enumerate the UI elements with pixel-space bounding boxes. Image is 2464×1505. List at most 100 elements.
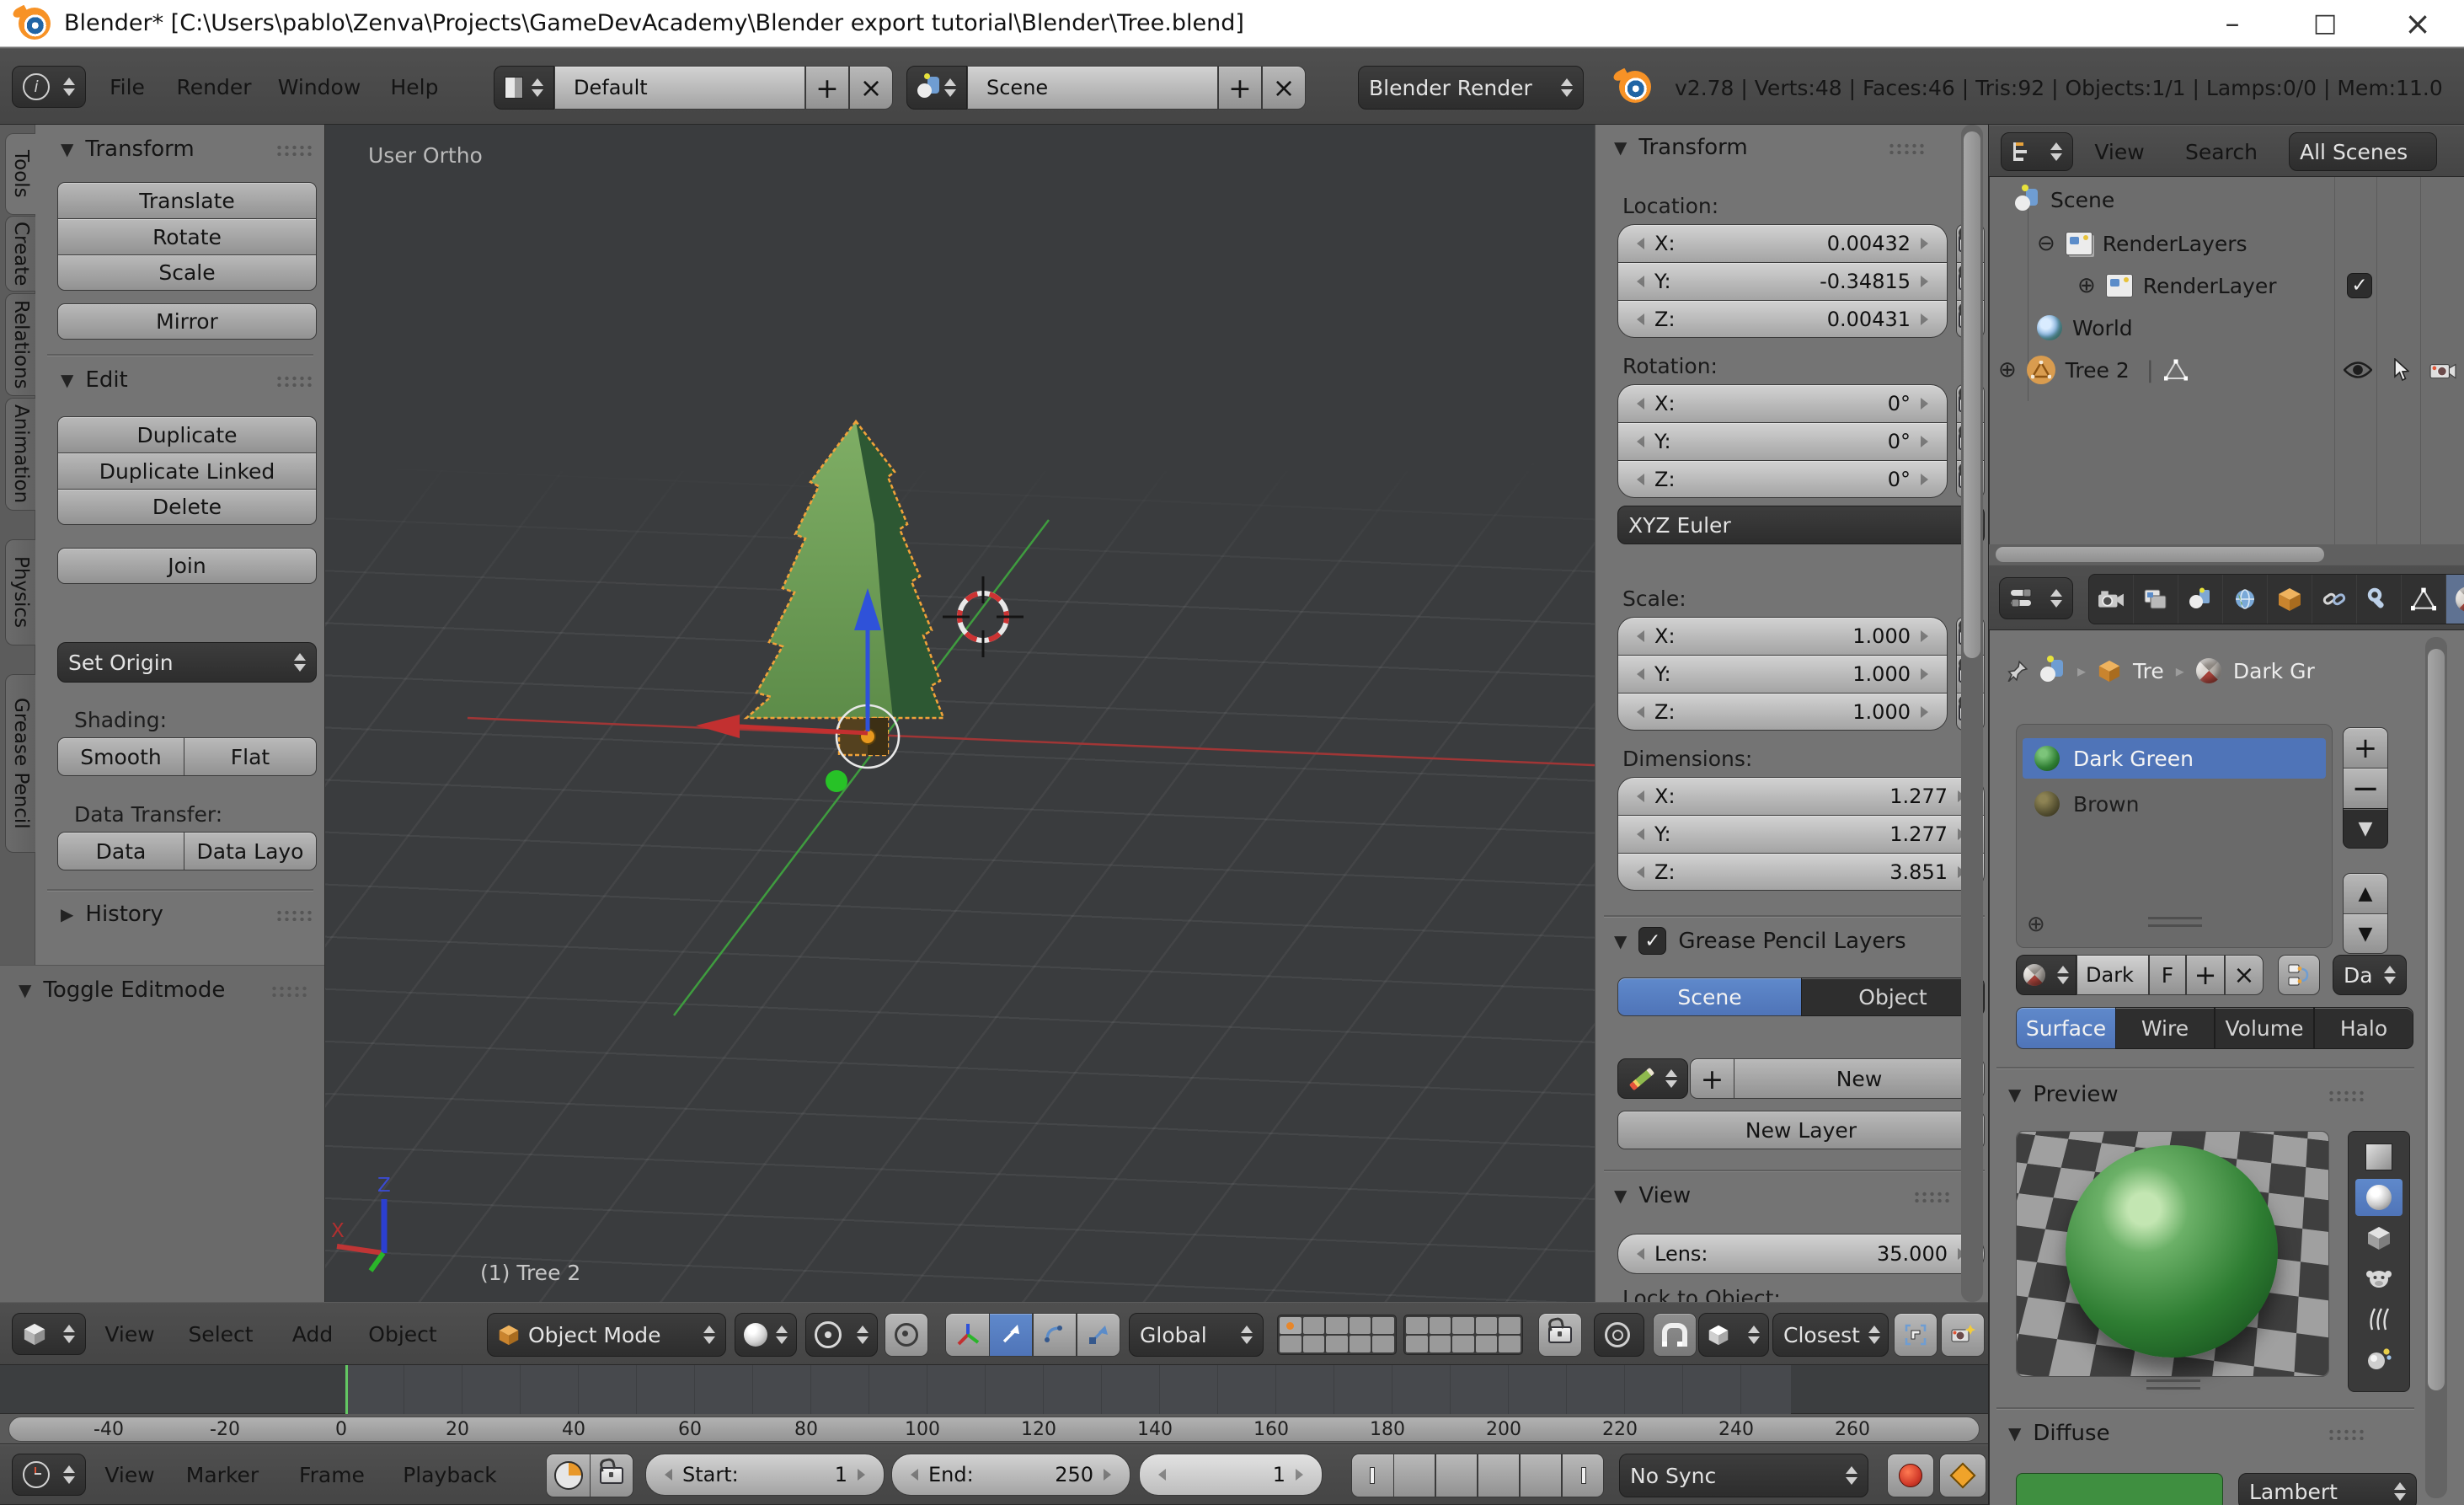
panel-drag-handle[interactable]	[275, 374, 313, 387]
panel-drag-handle[interactable]	[270, 984, 308, 997]
type-volume-button[interactable]: Volume	[2215, 1007, 2314, 1049]
frame-end-field[interactable]: End:250	[891, 1454, 1130, 1496]
panel-header-grease-pencil-layers[interactable]: ▼ Grease Pencil Layers	[1614, 927, 1976, 955]
render-engine-dropdown[interactable]: Blender Render	[1358, 66, 1584, 110]
keying-set-button[interactable]	[1939, 1454, 1986, 1497]
maximize-button[interactable]: □	[2279, 0, 2371, 46]
minimize-button[interactable]: –	[2186, 0, 2279, 46]
location-y-field[interactable]: Y:-0.34815	[1617, 262, 1948, 300]
mirror-button[interactable]: Mirror	[57, 303, 317, 340]
outliner-hscrollbar-thumb[interactable]	[1996, 547, 2324, 562]
current-frame-playhead[interactable]	[345, 1365, 348, 1414]
duplicate-button[interactable]: Duplicate	[57, 416, 317, 453]
type-halo-button[interactable]: Halo	[2314, 1007, 2413, 1049]
collapse-icon[interactable]: ⊖	[2037, 231, 2055, 256]
area-divider[interactable]	[1988, 125, 1989, 1505]
object-icon[interactable]	[2098, 659, 2121, 683]
show-nodes-button[interactable]	[2278, 955, 2320, 995]
tab-modifiers-icon[interactable]	[2357, 575, 2402, 624]
data-link-dropdown[interactable]: Da	[2333, 955, 2407, 995]
tree-object[interactable]	[746, 421, 943, 755]
join-button[interactable]: Join	[57, 548, 317, 584]
outliner-hscrollbar[interactable]	[1989, 544, 2464, 565]
panel-drag-handle[interactable]	[275, 908, 313, 921]
timeline-ruler-scrollbar[interactable]: -40 -20 0 20 40 60 80 100 120 140 160 18…	[0, 1414, 1989, 1444]
set-origin-dropdown[interactable]: Set Origin	[57, 642, 317, 683]
outliner-row-tree2[interactable]: ⊕ Tree 2 |	[1990, 351, 2464, 389]
transform-orientation-dropdown[interactable]: Global	[1129, 1313, 1264, 1357]
scene-name-field[interactable]: Scene	[967, 66, 1218, 110]
tab-scene-icon[interactable]	[2178, 575, 2223, 624]
lock-time-button[interactable]	[590, 1454, 633, 1497]
location-z-field[interactable]: Z:0.00431	[1617, 300, 1948, 338]
tab-relations[interactable]: Relations	[5, 293, 36, 396]
play-reverse-button[interactable]	[1435, 1454, 1478, 1497]
layers-widget-group2[interactable]	[1403, 1315, 1523, 1355]
panel-header-history[interactable]: ▶ History	[61, 902, 313, 927]
timeline-menu-view[interactable]: View	[99, 1454, 160, 1496]
breadcrumb-object-name[interactable]: Tre	[2133, 659, 2164, 683]
proportional-edit-dropdown[interactable]	[1594, 1313, 1644, 1357]
move-slot-down-button[interactable]: ▼	[2343, 913, 2388, 954]
dimension-x-field[interactable]: X:1.277	[1617, 777, 1985, 815]
x-manipulator-head-icon[interactable]	[696, 715, 740, 738]
list-resize-grip[interactable]	[2148, 917, 2202, 927]
location-x-field[interactable]: X:0.00432	[1617, 224, 1948, 262]
delete-scene-button[interactable]: ×	[1262, 66, 1306, 110]
preview-resize-grip[interactable]	[2146, 1379, 2200, 1390]
timeline-menu-playback[interactable]: Playback	[398, 1454, 502, 1496]
preview-flat-button[interactable]	[2355, 1138, 2403, 1176]
menu-render[interactable]: Render	[172, 66, 256, 108]
panel-header-transform-n[interactable]: ▼ Transform	[1614, 135, 1951, 160]
filter-expand-icon[interactable]: ⊕	[2027, 912, 2045, 937]
outliner-row-renderlayer[interactable]: ⊕ RenderLayer	[1990, 266, 2464, 305]
view3d-menu-view[interactable]: View	[99, 1313, 160, 1355]
screen-layout-icon-dropdown[interactable]	[494, 66, 554, 110]
screen-layout-name-field[interactable]: Default	[554, 66, 805, 110]
panel-header-toggle-editmode[interactable]: ▼ Toggle Editmode	[19, 977, 308, 1003]
preview-monkey-button[interactable]	[2355, 1260, 2403, 1297]
editor-type-3dview-dropdown[interactable]	[12, 1313, 86, 1355]
manipulator-translate-button[interactable]	[989, 1313, 1033, 1357]
tab-render-icon[interactable]	[2089, 575, 2134, 624]
gp-source-scene-button[interactable]: Scene	[1617, 977, 1801, 1016]
scene-icon-dropdown[interactable]	[906, 66, 967, 110]
scale-x-field[interactable]: X:1.000	[1617, 617, 1948, 655]
manipulator-axis-button[interactable]	[945, 1313, 989, 1357]
outliner-scope-dropdown[interactable]: All Scenes	[2289, 132, 2437, 171]
manipulator-rotate-button[interactable]	[1033, 1313, 1077, 1357]
panel-header-transform[interactable]: ▼ Transform	[61, 137, 313, 162]
tab-object-icon[interactable]	[2268, 575, 2312, 624]
panel-drag-handle[interactable]	[275, 143, 313, 156]
jump-to-start-button[interactable]	[1351, 1454, 1393, 1497]
jump-to-next-keyframe-button[interactable]	[1520, 1454, 1562, 1497]
tab-grease-pencil[interactable]: Grease Pencil	[5, 674, 36, 853]
panel-drag-handle[interactable]	[1887, 142, 1926, 154]
delete-button[interactable]: Delete	[57, 489, 317, 525]
material-specials-dropdown[interactable]: ▼	[2343, 808, 2388, 849]
add-scene-button[interactable]: +	[1218, 66, 1262, 110]
panel-drag-handle[interactable]	[1912, 1190, 1951, 1202]
type-surface-button[interactable]: Surface	[2016, 1007, 2115, 1049]
properties-scrollbar[interactable]	[2425, 637, 2447, 1498]
unlink-material-button[interactable]: ×	[2225, 955, 2264, 995]
panel-header-edit[interactable]: ▼ Edit	[61, 367, 313, 393]
delete-screen-layout-button[interactable]: ×	[849, 66, 893, 110]
tab-create[interactable]: Create	[5, 216, 36, 292]
tab-animation[interactable]: Animation	[5, 398, 36, 511]
menu-file[interactable]: File	[99, 66, 155, 108]
gp-add-icon-button[interactable]: +	[1690, 1058, 1734, 1099]
rotation-mode-dropdown[interactable]: XYZ Euler	[1617, 506, 1985, 544]
renderability-camera-icon[interactable]	[2429, 360, 2456, 380]
dimension-y-field[interactable]: Y:1.277	[1617, 815, 1985, 853]
duplicate-linked-button[interactable]: Duplicate Linked	[57, 453, 317, 489]
rotation-y-field[interactable]: Y:0°	[1617, 422, 1948, 460]
view3d-menu-add[interactable]: Add	[285, 1313, 340, 1355]
snap-peel-button[interactable]	[1894, 1313, 1938, 1357]
material-slot-brown[interactable]: Brown	[2023, 784, 2326, 824]
type-wire-button[interactable]: Wire	[2115, 1007, 2215, 1049]
toolshelf-divider[interactable]	[324, 125, 325, 1302]
dimension-z-field[interactable]: Z:3.851	[1617, 853, 1985, 891]
material-icon[interactable]	[2196, 658, 2221, 683]
timeline-track[interactable]	[0, 1365, 1989, 1414]
